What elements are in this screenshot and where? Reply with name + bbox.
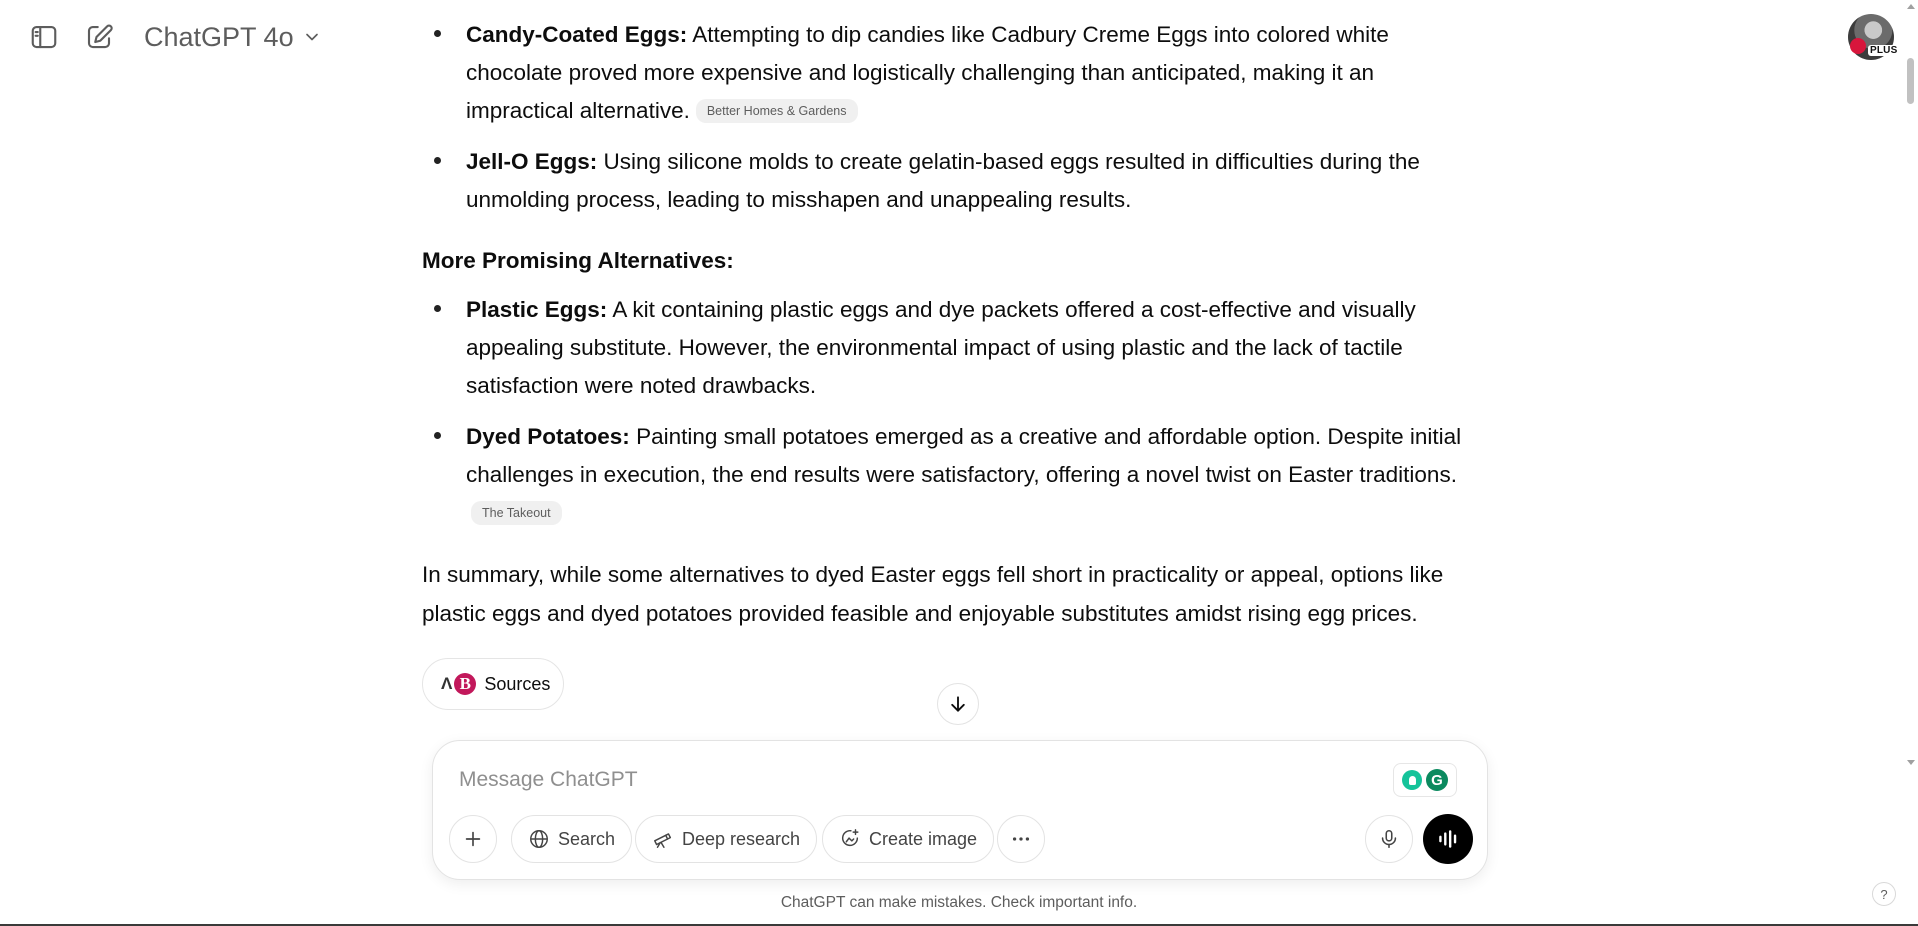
avatar-status-dot [1850,38,1866,54]
grammarly-logo-icon: G [1426,769,1448,791]
message-input[interactable] [459,765,1319,795]
summary-paragraph: In summary, while some alternatives to d… [422,562,1444,626]
more-tools-button[interactable] [997,815,1045,863]
new-chat-button[interactable] [79,17,119,57]
source-a-icon: Λ [441,674,453,693]
help-button[interactable]: ? [1872,882,1896,906]
attach-button[interactable] [449,815,497,863]
create-image-label: Create image [869,828,978,849]
bullet-dot [434,157,441,164]
create-image-button[interactable]: Create image [822,815,995,863]
list-item: Jell-O Eggs: Using silicone molds to cre… [422,143,1462,219]
voice-mode-button[interactable] [1423,814,1473,864]
bullet-dot [434,30,441,37]
scroll-up-arrow-icon[interactable] [1907,4,1915,9]
bullet-dot [434,305,441,312]
item-text: A kit containing plastic eggs and dye pa… [466,297,1416,398]
deep-research-button[interactable]: Deep research [635,815,818,863]
disclaimer-text: ChatGPT can make mistakes. Check importa… [780,894,1138,911]
image-sparkle-icon [841,829,859,847]
citation-pill[interactable]: Better Homes & Gardens [695,99,858,123]
source-b-icon: B [454,673,477,695]
search-label: Search [558,828,616,849]
scroll-to-bottom-button[interactable] [937,683,979,725]
citation-pill[interactable]: The Takeout [471,501,562,525]
new-chat-icon [87,24,113,49]
arrow-down-icon [951,696,965,712]
list-item: Dyed Potatoes: Painting small potatoes e… [422,418,1462,532]
sidebar-toggle-icon [31,25,57,49]
item-title: Dyed Potatoes: [466,424,630,449]
model-selector[interactable]: ChatGPT 4o [138,16,328,58]
search-button[interactable]: Search [511,815,633,863]
item-title: Candy-Coated Eggs: [466,22,688,47]
deep-research-label: Deep research [682,828,801,849]
sidebar-toggle-button[interactable] [24,17,64,57]
sources-label: Sources [484,673,551,694]
lightbulb-icon [1402,770,1422,790]
voice-mode-icon [1439,830,1457,848]
dictate-button[interactable] [1365,815,1413,863]
item-text: Using silicone molds to create gelatin-b… [466,149,1420,212]
telescope-icon [654,833,672,848]
list-item: Candy-Coated Eggs: Attempting to dip can… [422,16,1462,130]
chevron-down-icon [305,33,318,41]
plus-badge: PLUS [1868,45,1900,56]
plus-icon [465,831,481,847]
composer: G Search Deep research Create image [432,740,1488,880]
more-horizontal-icon [1012,837,1030,841]
bullet-dot [434,432,441,439]
section-heading: More Promising Alternatives: [422,248,734,273]
sources-button[interactable]: Λ B Sources [422,658,564,710]
item-title: Jell-O Eggs: [466,149,598,174]
globe-icon [530,830,548,848]
list-item: Plastic Eggs: A kit containing plastic e… [422,291,1462,405]
scrollbar[interactable] [1903,0,1918,926]
model-name: ChatGPT 4o [144,21,294,52]
grammarly-widget[interactable]: G [1393,763,1457,797]
scrollbar-thumb[interactable] [1907,58,1914,104]
item-title: Plastic Eggs: [466,297,608,322]
scroll-down-arrow-icon[interactable] [1907,760,1915,765]
microphone-icon [1381,829,1397,849]
